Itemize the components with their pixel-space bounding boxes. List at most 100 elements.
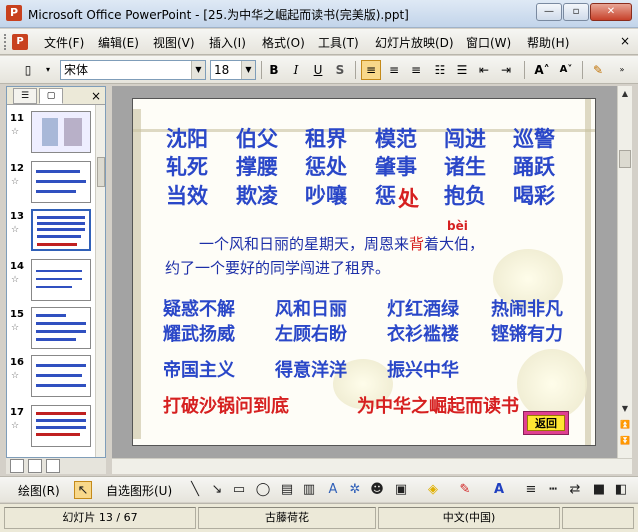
- italic-button[interactable]: I: [286, 60, 306, 80]
- increase-font-button[interactable]: A˄: [532, 60, 552, 80]
- slide-thumb-row[interactable]: 14 ☆: [7, 257, 93, 305]
- align-center-button[interactable]: ≡: [384, 60, 404, 80]
- slide-thumb-row[interactable]: 13 ☆: [7, 207, 93, 255]
- new-document-icon[interactable]: ▯: [18, 60, 38, 80]
- vertical-textbox-icon[interactable]: ▥: [300, 481, 318, 499]
- line-tool-icon[interactable]: ╲: [186, 481, 204, 499]
- bold-button[interactable]: B: [264, 60, 284, 80]
- fill-color-icon[interactable]: ◈: [424, 481, 442, 499]
- slide-thumb-row[interactable]: 11 ☆: [7, 109, 93, 157]
- menu-help[interactable]: 帮助(H): [527, 34, 569, 51]
- autoshapes-menu-button[interactable]: 自选图形(U): [106, 482, 172, 499]
- menu-format[interactable]: 格式(O): [262, 34, 305, 51]
- 3d-style-icon[interactable]: ◧: [612, 481, 630, 499]
- shadow-button[interactable]: S: [330, 60, 350, 80]
- slides-pane-scrollbar[interactable]: [95, 105, 105, 457]
- slide-sorter-view-icon[interactable]: [28, 459, 42, 473]
- toolbar-more-icon[interactable]: »: [612, 60, 632, 80]
- rectangle-tool-icon[interactable]: ▭: [230, 481, 248, 499]
- document-close-icon[interactable]: ×: [620, 34, 630, 48]
- maximize-button[interactable]: ▫: [563, 3, 589, 21]
- slide-thumbnail[interactable]: [31, 161, 91, 203]
- design-icon[interactable]: ✎: [588, 60, 608, 80]
- previous-slide-icon[interactable]: ⏫: [619, 418, 631, 432]
- clipart-icon[interactable]: ☻: [368, 481, 386, 499]
- pane-tabs: ☰ ▢ ×: [7, 87, 105, 105]
- align-right-button[interactable]: ≡: [406, 60, 426, 80]
- close-button[interactable]: ✕: [590, 3, 632, 21]
- slide-thumbnail[interactable]: [31, 259, 91, 301]
- slide-thumbnail[interactable]: [31, 355, 91, 397]
- tab-slides[interactable]: ▢: [39, 88, 63, 104]
- normal-view-icon[interactable]: [10, 459, 24, 473]
- decrease-font-button[interactable]: A˅: [556, 60, 576, 80]
- menu-view[interactable]: 视图(V): [153, 34, 195, 51]
- draw-menu-button[interactable]: 绘图(R): [18, 482, 60, 499]
- slide-thumb-row[interactable]: 15 ☆: [7, 305, 93, 353]
- slide-thumbnail[interactable]: [31, 405, 91, 447]
- scroll-down-icon[interactable]: ▼: [619, 402, 631, 416]
- return-button[interactable]: 返回: [523, 411, 569, 435]
- arrow-tool-icon[interactable]: ↘: [208, 481, 226, 499]
- slide-horizontal-scrollbar[interactable]: [112, 458, 632, 474]
- select-pointer-icon[interactable]: ↖: [74, 481, 92, 499]
- slide-thumbnail[interactable]: [31, 307, 91, 349]
- thumb-line: [36, 270, 82, 272]
- slide-thumb-row[interactable]: 12 ☆: [7, 159, 93, 207]
- line-color-icon[interactable]: ✎: [456, 481, 474, 499]
- menu-edit[interactable]: 编辑(E): [98, 34, 139, 51]
- indent-decrease-icon[interactable]: ⇤: [474, 60, 494, 80]
- menu-grip[interactable]: [4, 34, 7, 50]
- menu-slideshow[interactable]: 幻灯片放映(D): [375, 34, 454, 51]
- slide-vertical-scrollbar[interactable]: ▲ ▼ ⏫ ⏬: [617, 86, 632, 458]
- chevron-down-icon[interactable]: ▼: [191, 61, 205, 79]
- dash-style-icon[interactable]: ┅: [544, 481, 562, 499]
- indent-increase-icon[interactable]: ⇥: [496, 60, 516, 80]
- menu-window[interactable]: 窗口(W): [466, 34, 511, 51]
- scrollbar-thumb[interactable]: [97, 157, 105, 187]
- chevron-down-icon[interactable]: ▼: [241, 61, 255, 79]
- toolbar-options-icon[interactable]: ▾: [38, 60, 58, 80]
- scrollbar-thumb[interactable]: [619, 150, 631, 168]
- vocab-word: 喝彩: [513, 183, 555, 208]
- document-icon[interactable]: P: [12, 34, 28, 50]
- numbering-icon[interactable]: ☷: [430, 60, 450, 80]
- align-left-button[interactable]: ≡: [361, 60, 381, 80]
- font-color-icon[interactable]: A: [490, 481, 508, 499]
- slideshow-view-icon[interactable]: [46, 459, 60, 473]
- oval-tool-icon[interactable]: ◯: [254, 481, 272, 499]
- slide-position: 幻灯片 13 / 67: [4, 507, 196, 529]
- picture-icon[interactable]: ▣: [392, 481, 410, 499]
- bullets-icon[interactable]: ☰: [452, 60, 472, 80]
- wordart-icon[interactable]: A: [324, 481, 342, 499]
- font-size-combo[interactable]: 18 ▼: [210, 60, 256, 80]
- drawing-toolbar: 绘图(R) ↖ 自选图形(U) ╲ ↘ ▭ ◯ ▤ ▥ A ✲ ☻ ▣ ◈ ✎ …: [0, 476, 638, 502]
- tab-outline[interactable]: ☰: [13, 88, 37, 104]
- close-icon[interactable]: ×: [91, 88, 101, 104]
- next-slide-icon[interactable]: ⏬: [619, 434, 631, 448]
- menu-insert[interactable]: 插入(I): [209, 34, 246, 51]
- font-name-combo[interactable]: 宋体 ▼: [60, 60, 206, 80]
- line-style-icon[interactable]: ≡: [522, 481, 540, 499]
- vocab-word: 闯进: [444, 126, 486, 151]
- slide-canvas[interactable]: 沈阳 伯父 租界 模范 闯进 巡警 轧死 撑腰 惩处 肇事 诸生 踊跃 当效 欺…: [132, 98, 596, 446]
- textbox-tool-icon[interactable]: ▤: [278, 481, 296, 499]
- slide-thumbnail[interactable]: [31, 111, 91, 153]
- menu-tools[interactable]: 工具(T): [318, 34, 359, 51]
- paragraph-highlight: 背: [409, 235, 425, 253]
- slide-thumbnail-selected[interactable]: [31, 209, 91, 251]
- slide-thumb-row[interactable]: 16 ☆: [7, 353, 93, 401]
- scroll-up-icon[interactable]: ▲: [619, 87, 631, 101]
- shadow-style-icon[interactable]: ■: [590, 481, 608, 499]
- slide-thumb-row[interactable]: 17 ☆: [7, 403, 93, 451]
- paragraph-text: 一个风和日丽的星期天，周恩来: [199, 235, 410, 253]
- vocab-word: 模范: [375, 126, 417, 151]
- thumb-line: [36, 419, 86, 422]
- menu-file[interactable]: 文件(F): [44, 34, 84, 51]
- arrow-style-icon[interactable]: ⇄: [566, 481, 584, 499]
- underline-button[interactable]: U: [308, 60, 328, 80]
- toolbar-separator: [582, 61, 583, 79]
- thumb-line: [37, 235, 81, 238]
- diagram-icon[interactable]: ✲: [346, 481, 364, 499]
- minimize-button[interactable]: —: [536, 3, 562, 21]
